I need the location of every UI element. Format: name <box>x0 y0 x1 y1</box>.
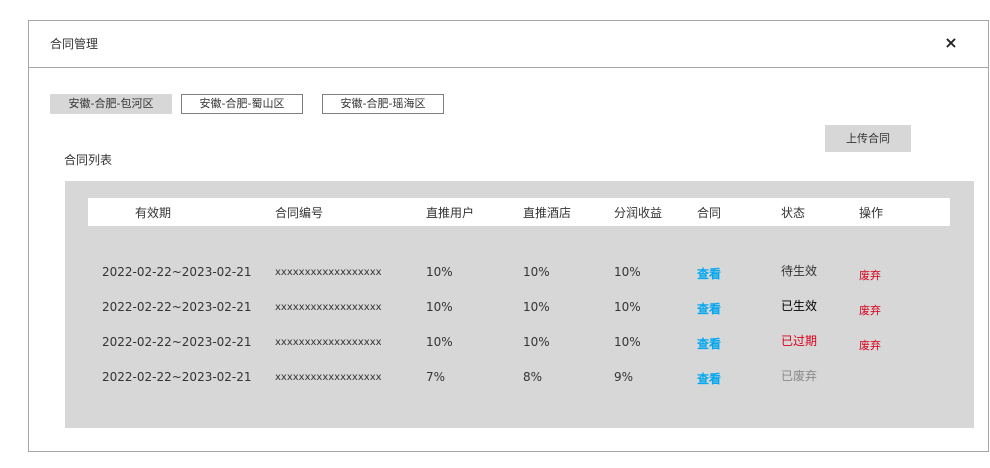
cell-profit: 10% <box>614 335 641 349</box>
table-row: 2022-02-22~2023-02-21 xxxxxxxxxxxxxxxxxx… <box>65 264 974 285</box>
table-row: 2022-02-22~2023-02-21 xxxxxxxxxxxxxxxxxx… <box>65 334 974 355</box>
table-row: 2022-02-22~2023-02-21 xxxxxxxxxxxxxxxxxx… <box>65 299 974 320</box>
cell-users: 10% <box>426 300 453 314</box>
status-badge: 已生效 <box>781 299 818 313</box>
header-period: 有效期 <box>135 206 172 220</box>
cell-profit: 9% <box>614 370 634 384</box>
cell-code: xxxxxxxxxxxxxxxxxx <box>275 337 382 348</box>
status-badge: 已废弃 <box>781 369 818 383</box>
table-row: 2022-02-22~2023-02-21 xxxxxxxxxxxxxxxxxx… <box>65 369 974 390</box>
header-users: 直推用户 <box>426 206 475 220</box>
cell-profit: 10% <box>614 265 641 279</box>
cell-hotels: 8% <box>523 370 543 384</box>
cell-code: xxxxxxxxxxxxxxxxxx <box>275 267 382 278</box>
view-contract-link[interactable]: 查看 <box>697 300 721 317</box>
cell-users: 10% <box>426 335 453 349</box>
discard-link[interactable]: 废弃 <box>859 267 881 283</box>
cell-period: 2022-02-22~2023-02-21 <box>102 335 252 349</box>
discard-link[interactable]: 废弃 <box>859 337 881 353</box>
cell-code: xxxxxxxxxxxxxxxxxx <box>275 302 382 313</box>
contract-list-title: 合同列表 <box>64 153 113 167</box>
dialog-title: 合同管理 <box>50 37 99 51</box>
header-action: 操作 <box>859 206 884 220</box>
contract-management-dialog: 合同管理 × 安徽-合肥-包河区 安徽-合肥-蜀山区 安徽-合肥-瑶海区 上传合… <box>28 20 989 452</box>
close-icon[interactable]: × <box>944 34 958 52</box>
cell-users: 10% <box>426 265 453 279</box>
cell-hotels: 10% <box>523 300 550 314</box>
table-header: 有效期 合同编号 直推用户 直推酒店 分润收益 合同 状态 操作 <box>88 198 950 226</box>
discard-link[interactable]: 废弃 <box>859 302 881 318</box>
status-badge: 已过期 <box>781 334 818 348</box>
cell-code: xxxxxxxxxxxxxxxxxx <box>275 372 382 383</box>
header-status: 状态 <box>781 206 806 220</box>
cell-period: 2022-02-22~2023-02-21 <box>102 265 252 279</box>
tab-yaohai[interactable]: 安徽-合肥-瑶海区 <box>322 94 444 114</box>
tab-baohe[interactable]: 安徽-合肥-包河区 <box>50 94 172 114</box>
cell-users: 7% <box>426 370 446 384</box>
status-badge: 待生效 <box>781 264 818 278</box>
header-contract: 合同 <box>697 206 722 220</box>
dialog-header: 合同管理 × <box>29 21 988 68</box>
cell-period: 2022-02-22~2023-02-21 <box>102 370 252 384</box>
cell-hotels: 10% <box>523 335 550 349</box>
upload-contract-button[interactable]: 上传合同 <box>825 125 911 152</box>
cell-profit: 10% <box>614 300 641 314</box>
header-profit: 分润收益 <box>614 206 663 220</box>
header-hotels: 直推酒店 <box>523 206 572 220</box>
view-contract-link[interactable]: 查看 <box>697 370 721 387</box>
cell-hotels: 10% <box>523 265 550 279</box>
view-contract-link[interactable]: 查看 <box>697 265 721 282</box>
view-contract-link[interactable]: 查看 <box>697 335 721 352</box>
tab-shushan[interactable]: 安徽-合肥-蜀山区 <box>181 94 303 114</box>
header-code: 合同编号 <box>275 206 324 220</box>
cell-period: 2022-02-22~2023-02-21 <box>102 300 252 314</box>
contract-table: 有效期 合同编号 直推用户 直推酒店 分润收益 合同 状态 操作 2022-02… <box>65 181 974 428</box>
